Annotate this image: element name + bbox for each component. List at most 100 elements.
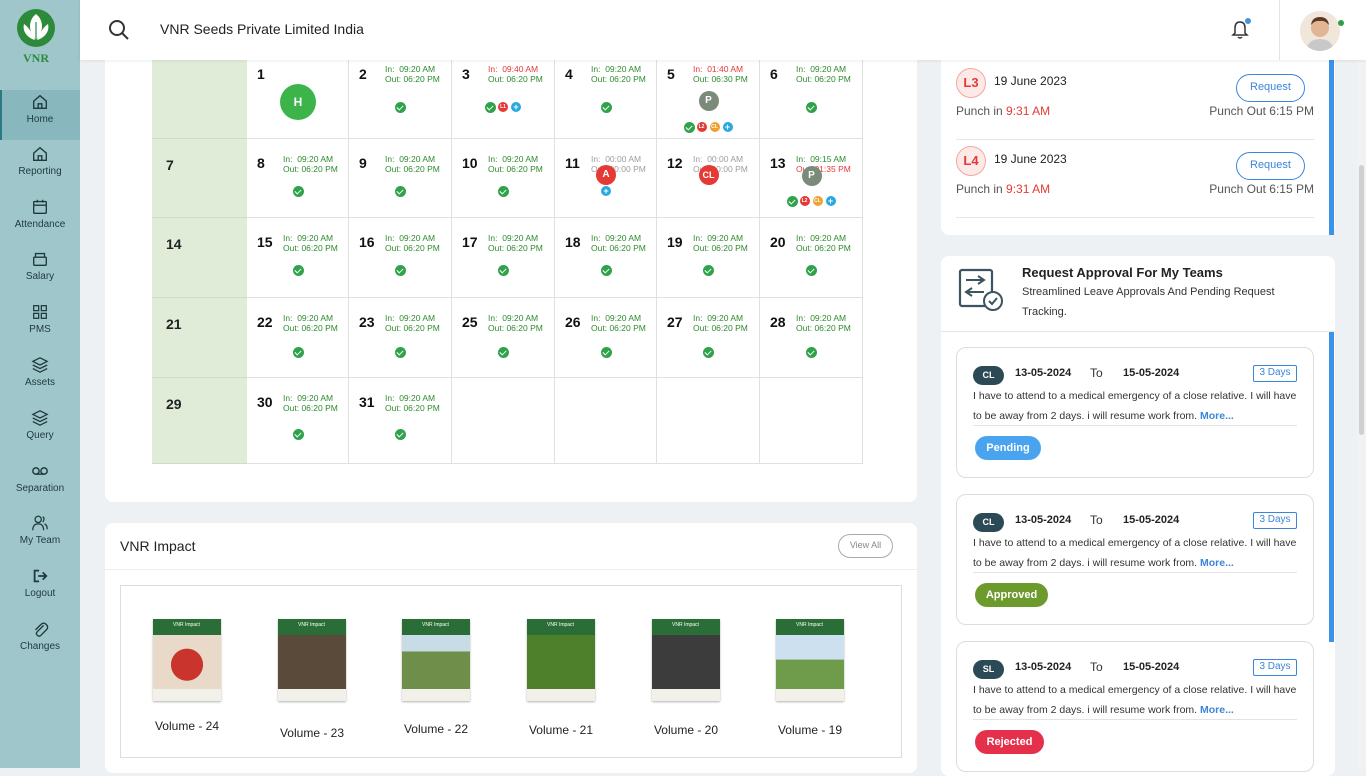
punch-times: In: 09:20 AM Out: 06:20 PM: [796, 233, 851, 253]
divider: [973, 719, 1297, 720]
panel-scrollbar[interactable]: [1329, 332, 1334, 642]
in-time: 09:20 AM: [297, 154, 334, 164]
calendar-day[interactable]: 9 In: 09:20 AM Out: 06:20 PM: [349, 139, 452, 218]
vnr-logo[interactable]: VNR: [14, 8, 58, 66]
add-icon[interactable]: +: [601, 186, 611, 196]
more-link[interactable]: More...: [1200, 704, 1234, 716]
magazine-cover[interactable]: VNR Impact: [776, 619, 844, 701]
sidebar-item-pms[interactable]: PMS: [0, 301, 80, 351]
out-time: 06:20 PM: [301, 403, 338, 413]
more-link[interactable]: More...: [1200, 557, 1234, 569]
volume-label[interactable]: Volume - 21: [511, 723, 611, 737]
from-date: 13-05-2024: [1015, 514, 1072, 526]
calendar-day[interactable]: 26 In: 09:20 AM Out: 06:20 PM: [555, 298, 657, 378]
out-time: 06:20 PM: [301, 243, 338, 253]
calendar-day[interactable]: 8 In: 09:20 AM Out: 06:20 PM: [247, 139, 349, 218]
sidebar-item-separation[interactable]: Separation: [0, 460, 80, 510]
calendar-day[interactable]: 25 In: 09:20 AM Out: 06:20 PM: [452, 298, 555, 378]
calendar-day[interactable]: 18 In: 09:20 AM Out: 06:20 PM: [555, 218, 657, 298]
cover-footer: [527, 689, 595, 701]
status-approved-button[interactable]: Approved: [975, 583, 1048, 607]
notification-bell[interactable]: [1230, 18, 1251, 45]
calendar-day[interactable]: 11In: 00:00 AMOut: 00:00 PMA+: [555, 139, 657, 218]
status-pending-button[interactable]: Pending: [975, 436, 1041, 460]
calendar-day[interactable]: 5 In: 01:40 AM Out: 06:30 PM P L2 CL +: [657, 60, 760, 139]
leave-type-badge: CL: [973, 513, 1004, 532]
sidebar-item-my-team[interactable]: My Team: [0, 512, 80, 562]
request-button[interactable]: Request: [1236, 152, 1305, 180]
out-time: 06:20 PM: [403, 74, 440, 84]
magazine-cover[interactable]: VNR Impact: [153, 619, 221, 701]
sidebar-item-attendance[interactable]: Attendance: [0, 196, 80, 246]
week-label-cell: [152, 60, 247, 139]
volume-label[interactable]: Volume - 20: [636, 723, 736, 737]
request-button[interactable]: Request: [1236, 74, 1305, 102]
sidebar-item-query[interactable]: Query: [0, 407, 80, 457]
in-label: In:: [488, 154, 498, 164]
check-icon: [498, 265, 509, 276]
calendar-day[interactable]: 10 In: 09:20 AM Out: 06:20 PM: [452, 139, 555, 218]
in-time: 09:20 AM: [297, 393, 334, 403]
magazine-cover[interactable]: VNR Impact: [527, 619, 595, 701]
calendar-day[interactable]: 23 In: 09:20 AM Out: 06:20 PM: [349, 298, 452, 378]
calendar-day[interactable]: 27 In: 09:20 AM Out: 06:20 PM: [657, 298, 760, 378]
volume-label[interactable]: Volume - 22: [386, 722, 486, 736]
scrollbar-thumb[interactable]: [1359, 165, 1364, 435]
punch-out-line: Out: 06:20 PM: [385, 164, 440, 174]
calendar-day[interactable]: 6 In: 09:20 AM Out: 06:20 PM: [760, 60, 863, 139]
add-icon[interactable]: +: [722, 122, 733, 132]
search-icon[interactable]: [108, 19, 130, 41]
calendar-day[interactable]: 20 In: 09:20 AM Out: 06:20 PM: [760, 218, 863, 298]
volume-label[interactable]: Volume - 24: [137, 719, 237, 733]
add-icon[interactable]: +: [825, 196, 836, 206]
punch-times: In: 09:40 AM Out: 06:20 PM: [488, 64, 543, 84]
calendar-day[interactable]: 16 In: 09:20 AM Out: 06:20 PM: [349, 218, 452, 298]
calendar-day[interactable]: 4 In: 09:20 AM Out: 06:20 PM: [555, 60, 657, 139]
punch-out-line: Out: 06:20 PM: [796, 74, 851, 84]
user-avatar[interactable]: [1300, 11, 1340, 51]
sidebar-item-changes[interactable]: Changes: [0, 618, 80, 668]
calendar-day[interactable]: 12In: 00:00 AMOut: 00:00 PMCL: [657, 139, 760, 218]
leave-mini-badge: L1: [498, 102, 508, 112]
magazine-cover[interactable]: VNR Impact: [652, 619, 720, 701]
out-time: 06:20 PM: [301, 164, 338, 174]
magazine-cover[interactable]: VNR Impact: [402, 619, 470, 701]
in-time: 09:20 AM: [707, 233, 744, 243]
sidebar-item-home[interactable]: Home: [0, 90, 80, 140]
days-badge: 3 Days: [1253, 365, 1297, 382]
add-icon[interactable]: +: [511, 102, 521, 112]
magazine-cover[interactable]: VNR Impact: [278, 619, 346, 701]
cover-label: VNR Impact: [796, 622, 823, 628]
calendar-day[interactable]: 30 In: 09:20 AM Out: 06:20 PM: [247, 378, 349, 464]
punch-in-line: In: 09:20 AM: [796, 64, 851, 74]
sidebar-item-logout[interactable]: Logout: [0, 565, 80, 615]
volume-label[interactable]: Volume - 19: [760, 723, 860, 737]
calendar-day[interactable]: 1H: [247, 60, 349, 139]
punch-out-line: Out: 06:20 PM: [488, 74, 543, 84]
day-number: 26: [565, 314, 581, 330]
volume-label[interactable]: Volume - 23: [262, 726, 362, 740]
week-label-cell: 14: [152, 218, 247, 298]
check-icon: [806, 265, 817, 276]
calendar-day[interactable]: 17 In: 09:20 AM Out: 06:20 PM: [452, 218, 555, 298]
calendar-day[interactable]: 19 In: 09:20 AM Out: 06:20 PM: [657, 218, 760, 298]
in-time: 09:20 AM: [605, 64, 642, 74]
sidebar-item-assets[interactable]: Assets: [0, 354, 80, 404]
calendar-day[interactable]: 31 In: 09:20 AM Out: 06:20 PM: [349, 378, 452, 464]
calendar-day[interactable]: 22 In: 09:20 AM Out: 06:20 PM: [247, 298, 349, 378]
calendar-day[interactable]: 3 In: 09:40 AM Out: 06:20 PM L1 +: [452, 60, 555, 139]
status-rejected-button[interactable]: Rejected: [975, 730, 1044, 754]
sidebar-item-salary[interactable]: Salary: [0, 248, 80, 298]
view-all-button[interactable]: View All: [838, 534, 893, 558]
panel-scrollbar[interactable]: [1329, 40, 1334, 235]
sidebar-item-reporting[interactable]: Reporting: [0, 143, 80, 193]
sidebar-item-label: Changes: [19, 641, 61, 652]
more-link[interactable]: More...: [1200, 410, 1234, 422]
calendar-day[interactable]: 28 In: 09:20 AM Out: 06:20 PM: [760, 298, 863, 378]
status-badge-p: P: [698, 91, 719, 111]
calendar-day[interactable]: 13In: 09:15 AMOut: 01:35 PMPL2CL+: [760, 139, 863, 218]
page-scrollbar[interactable]: [1357, 60, 1366, 768]
calendar-day[interactable]: 15 In: 09:20 AM Out: 06:20 PM: [247, 218, 349, 298]
out-time: 06:20 PM: [403, 323, 440, 333]
calendar-day[interactable]: 2 In: 09:20 AM Out: 06:20 PM: [349, 60, 452, 139]
